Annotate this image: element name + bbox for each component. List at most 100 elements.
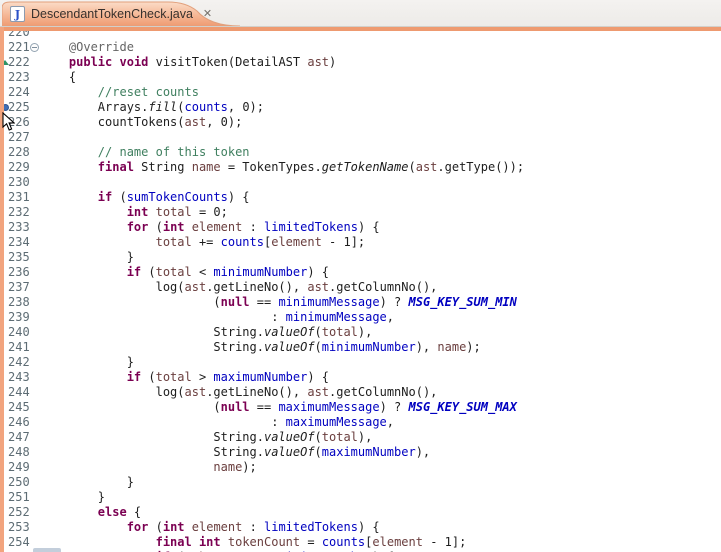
code-editor[interactable]: 220221 @Override222 public void visitTok… [0, 31, 721, 552]
fold-column[interactable] [30, 385, 40, 400]
line-number[interactable]: 231 [0, 190, 30, 205]
code-line[interactable]: 239 : minimumMessage, [0, 310, 721, 325]
fold-column[interactable] [30, 115, 40, 130]
code-line[interactable]: 232 int total = 0; [0, 205, 721, 220]
fold-column[interactable] [30, 505, 40, 520]
fold-column[interactable] [30, 475, 40, 490]
line-number[interactable]: 227 [0, 130, 30, 145]
fold-column[interactable] [30, 250, 40, 265]
line-number[interactable]: 224 [0, 85, 30, 100]
code-line[interactable]: 250 } [0, 475, 721, 490]
code-line[interactable]: 233 for (int element : limitedTokens) { [0, 220, 721, 235]
fold-column[interactable] [30, 85, 40, 100]
horizontal-scrollbar-thumb[interactable] [33, 548, 61, 552]
fold-column[interactable] [30, 295, 40, 310]
fold-column[interactable] [30, 130, 40, 145]
code-line[interactable]: 220 [0, 31, 721, 40]
code-line[interactable]: 249 name); [0, 460, 721, 475]
code-line[interactable]: 247 String.valueOf(total), [0, 430, 721, 445]
fold-column[interactable] [30, 145, 40, 160]
fold-column[interactable] [30, 175, 40, 190]
line-number[interactable]: 229 [0, 160, 30, 175]
fold-column[interactable] [30, 415, 40, 430]
fold-column[interactable] [30, 520, 40, 535]
fold-column[interactable] [30, 310, 40, 325]
fold-column[interactable] [30, 340, 40, 355]
code-line[interactable]: 248 String.valueOf(maximumNumber), [0, 445, 721, 460]
code-line[interactable]: 227 [0, 130, 721, 145]
code-line[interactable]: 240 String.valueOf(total), [0, 325, 721, 340]
code-line[interactable]: 252 else { [0, 505, 721, 520]
fold-column[interactable] [30, 160, 40, 175]
line-number[interactable]: 242 [0, 355, 30, 370]
fold-column[interactable] [30, 355, 40, 370]
line-number[interactable]: 249 [0, 460, 30, 475]
fold-column[interactable] [30, 190, 40, 205]
line-number[interactable]: 228 [0, 145, 30, 160]
fold-column[interactable] [30, 31, 40, 40]
line-number[interactable]: 232 [0, 205, 30, 220]
code-line[interactable]: 254 final int tokenCount = counts[elemen… [0, 535, 721, 550]
code-line[interactable]: 230 [0, 175, 721, 190]
line-number[interactable]: 244 [0, 385, 30, 400]
fold-column[interactable] [30, 325, 40, 340]
line-number[interactable]: 221 [0, 40, 30, 55]
line-number[interactable]: 230 [0, 175, 30, 190]
code-line[interactable]: 226 countTokens(ast, 0); [0, 115, 721, 130]
line-number[interactable]: 243 [0, 370, 30, 385]
fold-column[interactable] [30, 100, 40, 115]
fold-column[interactable] [30, 280, 40, 295]
line-number[interactable]: 236 [0, 265, 30, 280]
fold-column[interactable] [30, 370, 40, 385]
line-number[interactable]: 237 [0, 280, 30, 295]
fold-column[interactable] [30, 490, 40, 505]
code-line[interactable]: 223 { [0, 70, 721, 85]
code-line[interactable]: 246 : maximumMessage, [0, 415, 721, 430]
line-number[interactable]: 253 [0, 520, 30, 535]
fold-column[interactable] [30, 265, 40, 280]
fold-column[interactable] [30, 55, 40, 70]
code-line[interactable]: 229 final String name = TokenTypes.getTo… [0, 160, 721, 175]
line-number[interactable]: 240 [0, 325, 30, 340]
tab-descendanttokencheck[interactable]: J DescendantTokenCheck.java ✕ [2, 1, 240, 26]
line-number[interactable]: 252 [0, 505, 30, 520]
code-line[interactable]: 253 for (int element : limitedTokens) { [0, 520, 721, 535]
code-line[interactable]: 244 log(ast.getLineNo(), ast.getColumnNo… [0, 385, 721, 400]
line-number[interactable]: 245 [0, 400, 30, 415]
code-line[interactable]: 251 } [0, 490, 721, 505]
line-number[interactable]: 248 [0, 445, 30, 460]
line-number[interactable]: 254 [0, 535, 30, 550]
code-line[interactable]: 236 if (total < minimumNumber) { [0, 265, 721, 280]
line-number[interactable]: 233 [0, 220, 30, 235]
code-line[interactable]: 224 //reset counts [0, 85, 721, 100]
fold-column[interactable] [30, 40, 40, 55]
line-number[interactable]: 251 [0, 490, 30, 505]
code-line[interactable]: 222 public void visitToken(DetailAST ast… [0, 55, 721, 70]
line-number[interactable]: 241 [0, 340, 30, 355]
code-line[interactable]: 235 } [0, 250, 721, 265]
code-line[interactable]: 231 if (sumTokenCounts) { [0, 190, 721, 205]
code-line[interactable]: 238 (null == minimumMessage) ? MSG_KEY_S… [0, 295, 721, 310]
line-number[interactable]: 238 [0, 295, 30, 310]
fold-column[interactable] [30, 460, 40, 475]
code-line[interactable]: 241 String.valueOf(minimumNumber), name)… [0, 340, 721, 355]
code-line[interactable]: 243 if (total > maximumNumber) { [0, 370, 721, 385]
code-line[interactable]: 228 // name of this token [0, 145, 721, 160]
fold-column[interactable] [30, 70, 40, 85]
fold-column[interactable] [30, 205, 40, 220]
code-line[interactable]: 221 @Override [0, 40, 721, 55]
code-line[interactable]: 237 log(ast.getLineNo(), ast.getColumnNo… [0, 280, 721, 295]
line-number[interactable]: 234 [0, 235, 30, 250]
line-number[interactable]: 220 [0, 31, 30, 40]
tab-close-icon[interactable]: ✕ [203, 9, 212, 20]
fold-column[interactable] [30, 235, 40, 250]
fold-column[interactable] [30, 400, 40, 415]
fold-column[interactable] [30, 430, 40, 445]
fold-column[interactable] [30, 220, 40, 235]
fold-column[interactable] [30, 445, 40, 460]
line-number[interactable]: 223 [0, 70, 30, 85]
line-number[interactable]: 247 [0, 430, 30, 445]
line-number[interactable]: 239 [0, 310, 30, 325]
code-line[interactable]: 245 (null == maximumMessage) ? MSG_KEY_S… [0, 400, 721, 415]
line-number[interactable]: 235 [0, 250, 30, 265]
